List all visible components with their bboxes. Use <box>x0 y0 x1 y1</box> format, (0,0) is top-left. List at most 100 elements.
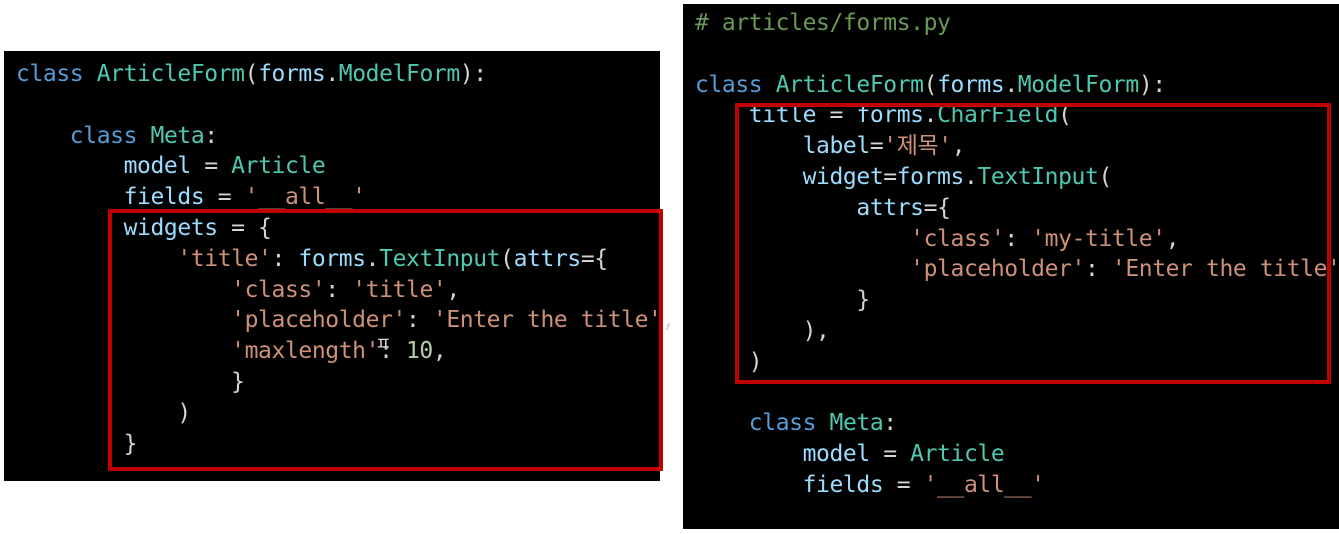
code-token: : <box>271 245 299 272</box>
code-token: class <box>748 410 817 437</box>
code-line: class ArticleForm(forms.ModelForm): <box>695 70 1166 100</box>
code-token: 'maxlength' <box>231 338 380 365</box>
code-token: . <box>923 102 938 129</box>
code-line: } <box>16 367 245 397</box>
right-code-panel: # articles/forms.py class ArticleForm(for… <box>683 4 1339 529</box>
code-token: . <box>325 61 339 87</box>
code-token: 10 <box>405 338 433 365</box>
code-token: ( <box>500 245 514 272</box>
code-line: ) <box>695 347 763 377</box>
code-token: } <box>16 430 138 457</box>
code-token: } <box>695 287 870 314</box>
code-token: = <box>883 164 897 190</box>
code-token: 'Enter the title' <box>432 307 662 334</box>
code-token: 'title' <box>177 245 272 272</box>
code-token: CharField <box>937 102 1059 129</box>
code-token: ( <box>923 71 938 98</box>
code-token: : <box>1084 256 1112 283</box>
left-code-panel: class ArticleForm(forms.ModelForm): clas… <box>4 51 675 481</box>
code-line: widgets = { <box>16 213 272 243</box>
code-token: title <box>748 102 817 129</box>
code-line: ) <box>16 398 191 428</box>
code-line: class Meta: <box>695 408 897 438</box>
code-line: label='제목', <box>695 131 966 161</box>
code-token: . <box>1004 71 1018 98</box>
code-token: class <box>16 61 84 87</box>
code-token: = { <box>217 215 272 241</box>
code-token: label <box>802 133 871 160</box>
code-token: ): <box>1138 71 1166 98</box>
code-token: ( <box>244 61 259 87</box>
code-token: . <box>365 245 380 272</box>
code-line: widget=forms.TextInput( <box>695 162 1113 192</box>
code-token: 'placeholder' <box>231 307 406 334</box>
code-token: forms <box>937 71 1005 98</box>
code-token: ={ <box>923 194 951 221</box>
code-token: ) <box>695 348 763 375</box>
code-line: class Meta: <box>16 121 218 151</box>
code-line: model = Article <box>695 439 1005 469</box>
code-token: model <box>802 441 871 468</box>
code-token: attrs <box>513 245 582 272</box>
code-token: ={ <box>580 245 608 272</box>
code-line: # articles/forms.py <box>695 8 951 38</box>
code-line: model = Article <box>16 151 326 181</box>
code-token: class <box>69 122 138 149</box>
code-line: } <box>695 285 870 315</box>
code-token: } <box>16 369 245 395</box>
code-token: , <box>446 276 460 303</box>
code-token: fields <box>802 472 884 498</box>
code-token: forms <box>896 164 965 190</box>
code-token: : <box>1004 225 1032 252</box>
code-token: class <box>695 71 763 98</box>
code-line: class ArticleForm(forms.ModelForm): <box>16 59 487 89</box>
code-token: . <box>963 164 978 190</box>
code-token: ( <box>1058 102 1072 129</box>
code-token: , <box>1165 225 1180 252</box>
code-token: = <box>869 133 884 160</box>
code-token: model <box>123 153 192 180</box>
code-token: : <box>405 307 433 334</box>
code-token: attrs <box>856 194 924 221</box>
code-token: ArticleForm <box>96 61 245 87</box>
code-token: ArticleForm <box>775 71 924 98</box>
code-token: # articles/forms.py <box>695 10 951 36</box>
code-line: attrs={ <box>695 193 951 223</box>
code-token: ModelForm <box>1017 71 1139 98</box>
code-token: = <box>204 184 245 211</box>
code-token: = <box>869 441 911 468</box>
code-token: TextInput <box>379 245 501 272</box>
code-token: ), <box>695 318 830 344</box>
code-line: 'class': 'my-title', <box>695 224 1179 254</box>
code-token: '__all__' <box>923 472 1045 498</box>
code-line: ), <box>695 316 830 346</box>
code-token: ) <box>16 399 191 426</box>
code-line: 'placeholder': 'Enter the title', <box>16 305 675 335</box>
code-line: 'placeholder': 'Enter the title', <box>695 254 1339 284</box>
code-token: forms <box>856 102 924 129</box>
code-token: , <box>661 307 676 334</box>
code-line: 'class': 'title', <box>16 275 460 305</box>
code-token: : <box>883 410 897 437</box>
code-token: Article <box>231 153 326 180</box>
code-token: = <box>883 472 924 498</box>
code-token: 'my-title' <box>1031 225 1166 252</box>
code-line: title = forms.CharField( <box>695 100 1072 130</box>
code-token: 'title' <box>352 276 447 303</box>
code-line: fields = '__all__' <box>695 470 1045 500</box>
